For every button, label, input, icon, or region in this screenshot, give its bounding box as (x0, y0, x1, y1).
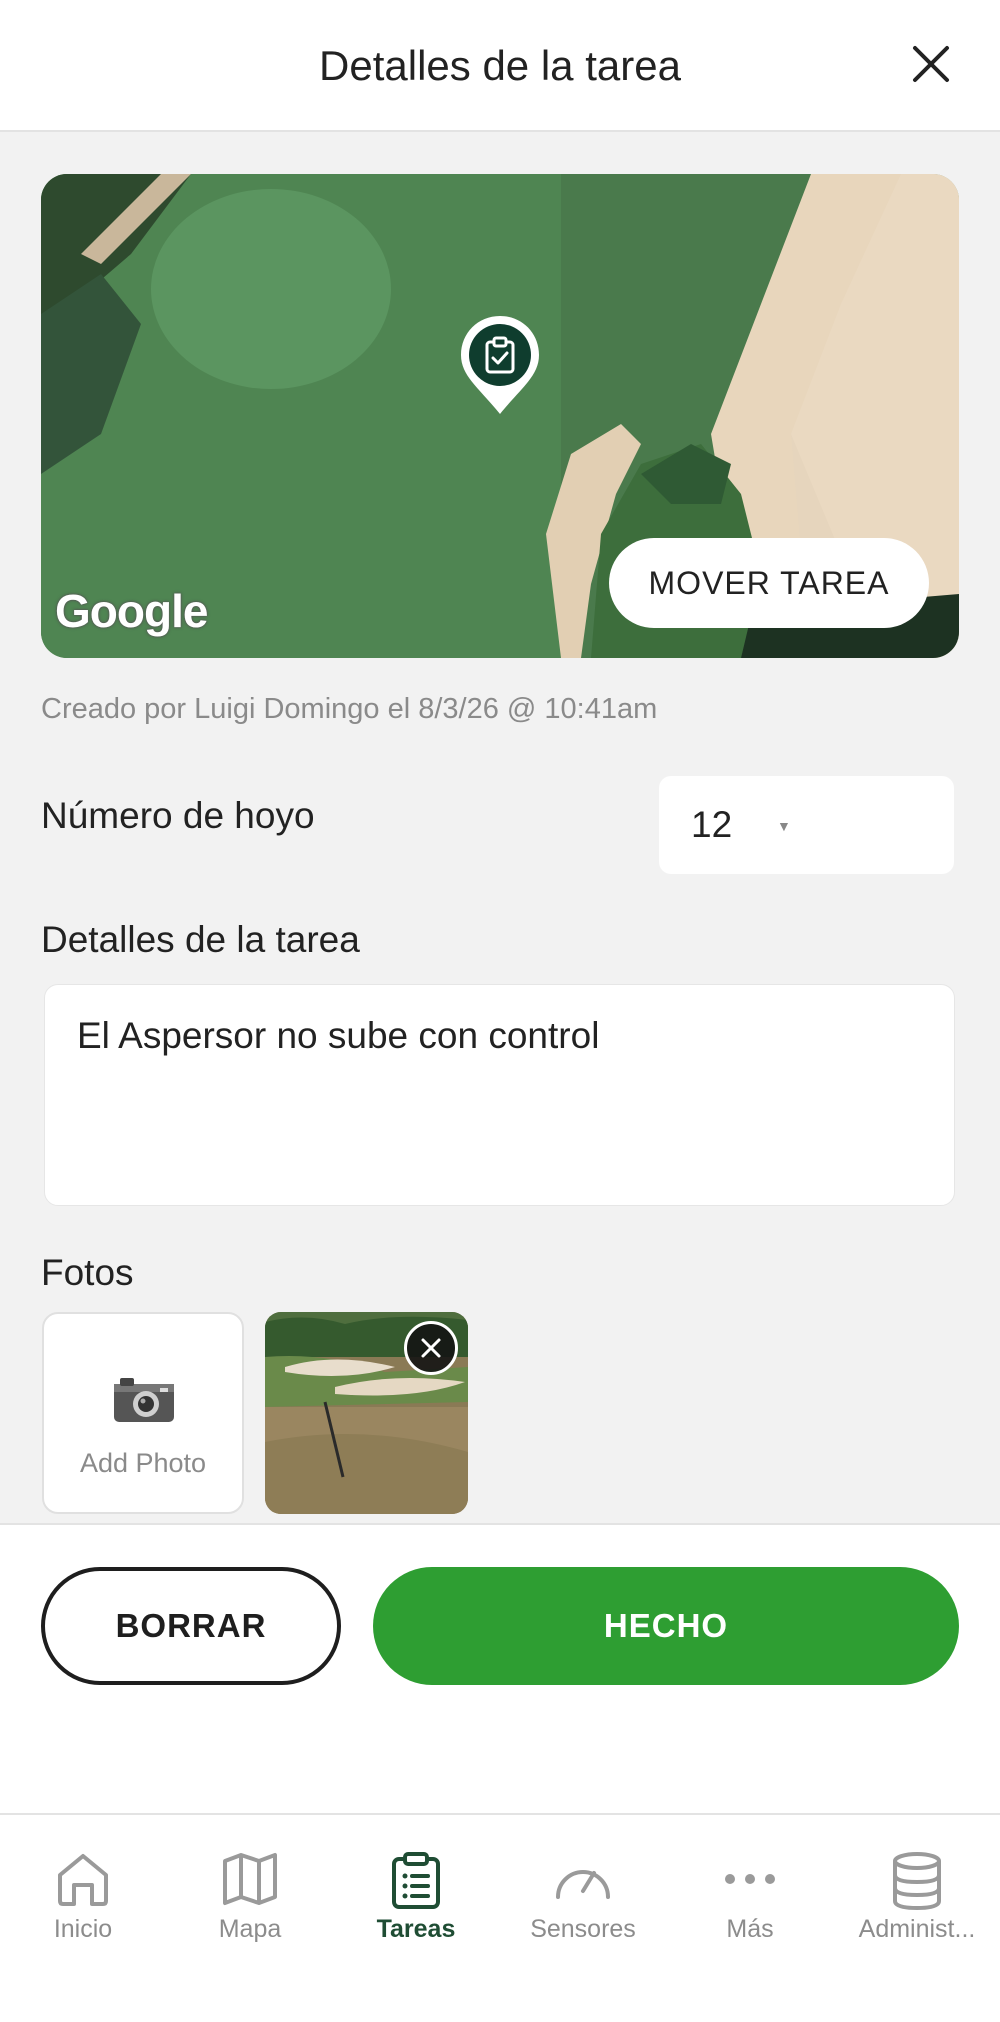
created-by-text: Creado por Luigi Domingo el 8/3/26 @ 10:… (41, 693, 658, 725)
more-icon (725, 1874, 775, 1884)
page-title: Detalles de la tarea (319, 42, 681, 89)
photos-label: Fotos (41, 1252, 134, 1293)
clipboard-check-icon (469, 324, 531, 386)
tab-mapa[interactable]: Mapa (167, 1833, 333, 1943)
move-task-button[interactable]: MOVER TAREA (609, 538, 929, 628)
home-icon (58, 1854, 108, 1906)
map-icon (223, 1853, 277, 1905)
clipboard-icon (392, 1852, 440, 1909)
tab-label: Sensores (530, 1915, 636, 1943)
task-details-textarea[interactable]: El Aspersor no sube con control (44, 984, 955, 1206)
close-icon (421, 1338, 441, 1358)
hole-number-select[interactable]: 12 ▼ (659, 776, 954, 874)
task-map-pin[interactable] (459, 314, 541, 416)
action-bar: BORRAR HECHO (0, 1523, 1000, 1813)
add-photo-label: Add Photo (79, 1448, 207, 1478)
delete-button[interactable]: BORRAR (41, 1567, 341, 1685)
close-button[interactable] (905, 38, 957, 90)
tab-tareas[interactable]: Tareas (333, 1833, 499, 1943)
add-photo-button[interactable]: Add Photo (42, 1312, 244, 1514)
camera-icon (114, 1378, 174, 1422)
hole-number-value: 12 (691, 804, 733, 845)
tab-mas[interactable]: Más (667, 1833, 833, 1943)
tab-sensores[interactable]: Sensores (500, 1833, 666, 1943)
task-details-label: Detalles de la tarea (41, 919, 360, 960)
task-location-map[interactable]: Google MOVER TAREA (41, 174, 959, 658)
database-icon (893, 1852, 941, 1911)
caret-down-icon: ▼ (777, 818, 791, 834)
tab-label: Inicio (53, 1915, 113, 1943)
tab-inicio[interactable]: Inicio (0, 1833, 166, 1943)
tab-label: Mapa (218, 1915, 282, 1943)
header-bar: Detalles de la tarea (0, 0, 1000, 132)
bottom-tab-bar: Inicio Mapa Tareas Sensores Más Administ… (0, 1813, 1000, 2022)
close-icon (913, 46, 949, 82)
tab-label: Más (726, 1915, 774, 1943)
remove-photo-button[interactable] (404, 1321, 458, 1375)
done-button[interactable]: HECHO (373, 1567, 959, 1685)
hole-number-label: Número de hoyo (41, 795, 315, 836)
tab-label: Administ... (858, 1915, 976, 1943)
gauge-icon (556, 1870, 610, 1899)
google-attribution: Google (55, 585, 208, 637)
tab-administracion[interactable]: Administ... (834, 1833, 1000, 1943)
tab-label: Tareas (376, 1915, 456, 1943)
